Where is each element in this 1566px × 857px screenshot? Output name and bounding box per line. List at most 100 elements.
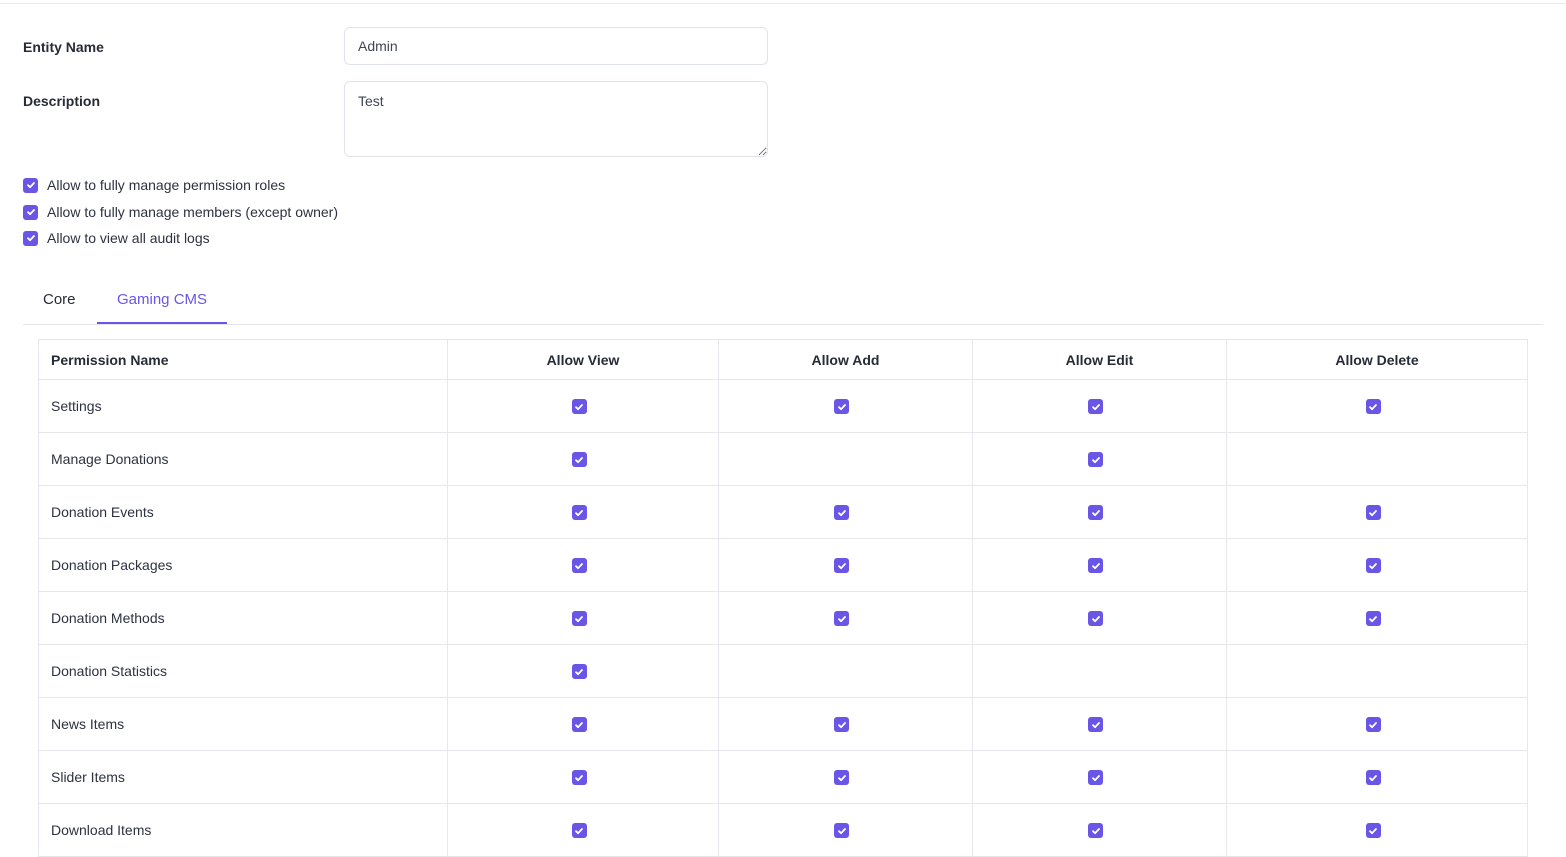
checkbox-checked-icon[interactable]: [571, 558, 587, 574]
option-manage-members[interactable]: Allow to fully manage members (except ow…: [23, 203, 338, 221]
allow-view-cell: [447, 644, 719, 698]
checkbox-checked-icon[interactable]: [1088, 717, 1103, 733]
allow-view-cell: [447, 538, 719, 592]
allow-view-cell: [447, 432, 719, 486]
header-allow-delete: Allow Delete: [1226, 339, 1528, 380]
tab-gaming-cms[interactable]: Gaming CMS: [97, 280, 228, 324]
permission-name-cell: Manage Donations: [38, 432, 448, 486]
option-manage-permission-roles[interactable]: Allow to fully manage permission roles: [23, 176, 285, 194]
checkbox-checked-icon[interactable]: [1088, 823, 1103, 839]
checkbox-checked-icon[interactable]: [571, 399, 587, 415]
header-allow-edit: Allow Edit: [972, 339, 1227, 380]
allow-edit-cell: [972, 803, 1227, 857]
checkbox-checked-icon[interactable]: [834, 823, 849, 839]
allow-add-cell: [718, 432, 973, 486]
checkbox-checked-icon[interactable]: [571, 823, 587, 839]
checkbox-checked-icon[interactable]: [1365, 505, 1381, 521]
checkbox-checked-icon[interactable]: [1088, 505, 1103, 521]
allow-delete-cell: [1226, 803, 1528, 857]
checkbox-checked-icon[interactable]: [834, 558, 849, 574]
description-label: Description: [23, 93, 101, 109]
checkbox-checked-icon[interactable]: [571, 505, 587, 521]
allow-edit-cell: [972, 485, 1227, 539]
allow-delete-cell: [1226, 538, 1528, 592]
table-row: Download Items: [38, 803, 1528, 857]
checkbox-checked-icon[interactable]: [1365, 823, 1381, 839]
checkbox-checked-icon[interactable]: [1365, 770, 1381, 786]
checkbox-checked-icon[interactable]: [23, 204, 38, 220]
permission-name-cell: Donation Methods: [38, 591, 448, 645]
allow-view-cell: [447, 379, 719, 433]
table-header-row: Permission Name Allow View Allow Add All…: [38, 339, 1528, 380]
allow-view-cell: [447, 697, 719, 751]
option-label: Allow to fully manage members (except ow…: [47, 204, 339, 220]
tab-core[interactable]: Core: [23, 280, 96, 323]
allow-delete-cell: [1226, 485, 1528, 539]
entity-name-label: Entity Name: [23, 39, 104, 55]
checkbox-checked-icon[interactable]: [834, 770, 849, 786]
allow-delete-cell: [1226, 750, 1528, 804]
checkbox-checked-icon[interactable]: [834, 717, 849, 733]
allow-edit-cell: [972, 379, 1227, 433]
allow-add-cell: [718, 379, 973, 433]
allow-delete-cell: [1226, 379, 1528, 433]
checkbox-checked-icon[interactable]: [834, 505, 849, 521]
permission-name-cell: Download Items: [38, 803, 448, 857]
option-view-audit-logs[interactable]: Allow to view all audit logs: [23, 229, 210, 247]
allow-add-cell: [718, 591, 973, 645]
table-row: Settings: [38, 379, 1528, 433]
checkbox-checked-icon[interactable]: [1088, 611, 1103, 627]
permission-name-cell: News Items: [38, 697, 448, 751]
table-row: Donation Methods: [38, 591, 1528, 645]
table-row: Donation Events: [38, 485, 1528, 539]
table-row: News Items: [38, 697, 1528, 751]
allow-view-cell: [447, 750, 719, 804]
allow-add-cell: [718, 538, 973, 592]
allow-delete-cell: [1226, 644, 1528, 698]
allow-edit-cell: [972, 750, 1227, 804]
checkbox-checked-icon[interactable]: [1088, 558, 1103, 574]
checkbox-checked-icon[interactable]: [571, 770, 587, 786]
checkbox-checked-icon[interactable]: [1365, 611, 1381, 627]
allow-edit-cell: [972, 538, 1227, 592]
checkbox-checked-icon[interactable]: [1365, 399, 1381, 415]
checkbox-checked-icon[interactable]: [23, 177, 38, 193]
permissions-table-body: Settings Manage Donations Donation Events D…: [38, 379, 1528, 857]
entity-name-input[interactable]: [344, 27, 768, 65]
allow-edit-cell: [972, 644, 1227, 698]
checkbox-checked-icon[interactable]: [1088, 452, 1103, 468]
checkbox-checked-icon[interactable]: [834, 399, 849, 415]
checkbox-checked-icon[interactable]: [23, 230, 38, 246]
allow-edit-cell: [972, 697, 1227, 751]
allow-delete-cell: [1226, 432, 1528, 486]
checkbox-checked-icon[interactable]: [1365, 717, 1381, 733]
table-row: Donation Packages: [38, 538, 1528, 592]
permission-name-cell: Settings: [38, 379, 448, 433]
allow-edit-cell: [972, 432, 1227, 486]
allow-delete-cell: [1226, 591, 1528, 645]
allow-view-cell: [447, 803, 719, 857]
permission-name-cell: Donation Packages: [38, 538, 448, 592]
allow-view-cell: [447, 591, 719, 645]
checkbox-checked-icon[interactable]: [1365, 558, 1381, 574]
checkbox-checked-icon[interactable]: [1088, 399, 1103, 415]
allow-add-cell: [718, 697, 973, 751]
allow-add-cell: [718, 485, 973, 539]
description-textarea[interactable]: Test: [344, 81, 768, 157]
checkbox-checked-icon[interactable]: [571, 664, 587, 680]
permission-name-cell: Donation Statistics: [38, 644, 448, 698]
checkbox-checked-icon[interactable]: [571, 611, 587, 627]
allow-edit-cell: [972, 591, 1227, 645]
checkbox-checked-icon[interactable]: [834, 611, 849, 627]
allow-add-cell: [718, 750, 973, 804]
allow-delete-cell: [1226, 697, 1528, 751]
allow-view-cell: [447, 485, 719, 539]
header-allow-view: Allow View: [447, 339, 719, 380]
permission-name-cell: Slider Items: [38, 750, 448, 804]
checkbox-checked-icon[interactable]: [571, 717, 587, 733]
table-row: Donation Statistics: [38, 644, 1528, 698]
checkbox-checked-icon[interactable]: [1088, 770, 1103, 786]
top-divider: [0, 3, 1566, 4]
option-label: Allow to fully manage permission roles: [47, 177, 286, 193]
checkbox-checked-icon[interactable]: [571, 452, 587, 468]
